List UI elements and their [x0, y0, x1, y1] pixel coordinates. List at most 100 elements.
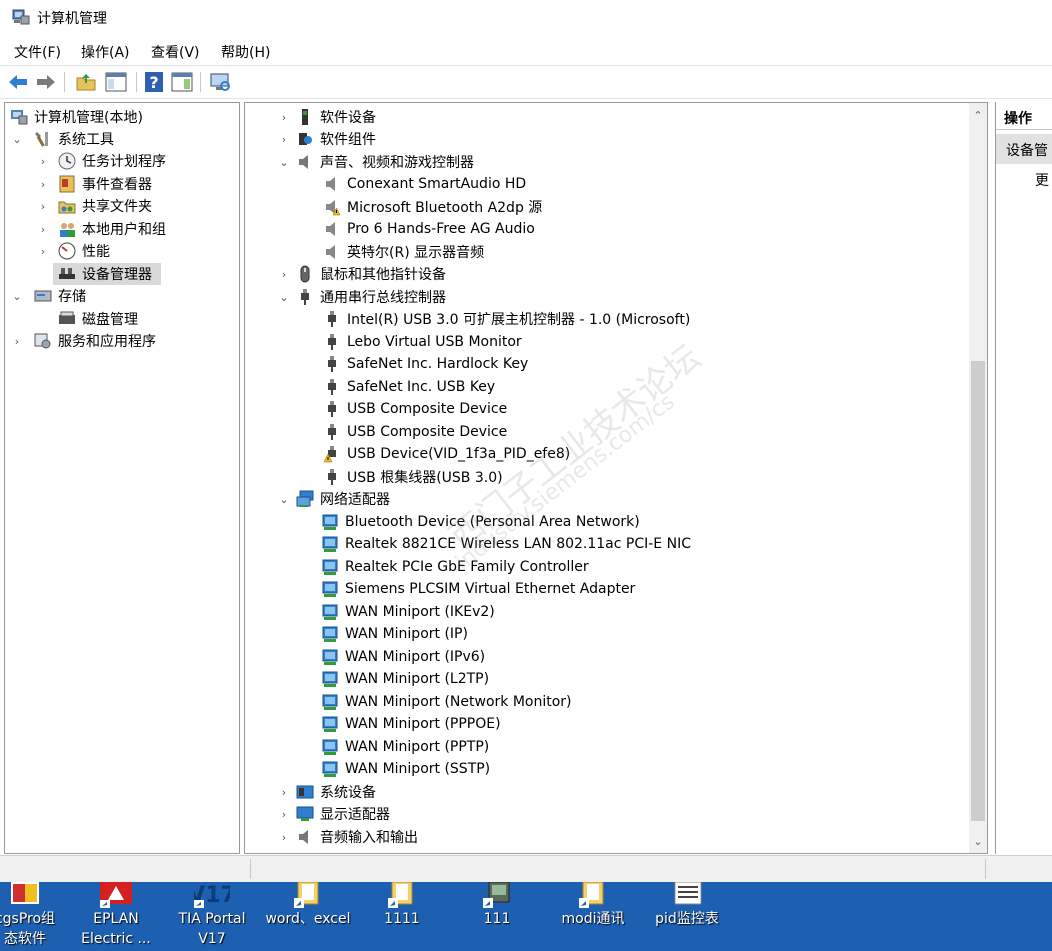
chevron-right-icon[interactable]: › — [278, 808, 290, 821]
help-icon[interactable]: ? — [142, 70, 166, 94]
device-category-label: 鼠标和其他指针设备 — [320, 267, 446, 283]
action-pane-header: 操作 — [996, 102, 1052, 130]
menu-help[interactable]: 帮助(H) — [221, 42, 270, 62]
device-item[interactable]: Lebo Virtual USB Monitor — [323, 331, 522, 353]
tree-item-system-tools[interactable]: ⌄ 系统工具 — [11, 128, 114, 150]
tree-item-disk-management[interactable]: 磁盘管理 — [53, 308, 138, 330]
forward-arrow-icon[interactable] — [34, 70, 58, 94]
device-category-label: 软件设备 — [320, 110, 376, 126]
device-item[interactable]: WAN Miniport (IPv6) — [321, 646, 485, 668]
scroll-up-icon[interactable]: ⌃ — [969, 107, 987, 125]
chevron-down-icon[interactable]: ⌄ — [11, 290, 23, 303]
device-category-network[interactable]: ⌄ 网络适配器 — [278, 488, 390, 510]
title-bar: 计算机管理 — [0, 0, 1052, 36]
desktop-icon-mcgs[interactable]: cgsPro组 态软件 — [0, 882, 70, 951]
back-arrow-icon[interactable] — [6, 70, 30, 94]
chevron-right-icon[interactable]: › — [37, 155, 49, 168]
event-viewer-icon — [59, 175, 75, 193]
device-item[interactable]: Siemens PLCSIM Virtual Ethernet Adapter — [321, 578, 635, 600]
speaker-icon — [326, 177, 335, 191]
device-category-usb[interactable]: ⌄ 通用串行总线控制器 — [278, 286, 446, 308]
chevron-down-icon[interactable]: ⌄ — [278, 156, 290, 169]
device-item[interactable]: USB Composite Device — [323, 421, 507, 443]
device-item[interactable]: Intel(R) USB 3.0 可扩展主机控制器 - 1.0 (Microso… — [323, 308, 690, 330]
tree-item-performance[interactable]: › 性能 — [37, 240, 110, 262]
device-category-software-components[interactable]: › 软件组件 — [278, 128, 376, 150]
device-item[interactable]: WAN Miniport (Network Monitor) — [321, 691, 572, 713]
device-category-audio-io[interactable]: › 音频输入和输出 — [278, 826, 418, 848]
desktop-icon-modi[interactable]: modi通讯 — [548, 881, 638, 951]
device-item[interactable]: USB Composite Device — [323, 398, 507, 420]
scan-hardware-icon[interactable] — [208, 70, 232, 94]
tree-item-task-scheduler[interactable]: › 任务计划程序 — [37, 150, 166, 172]
desktop-icon-label: 态软件 — [4, 931, 46, 947]
chevron-right-icon[interactable]: › — [278, 111, 290, 124]
desktop-icon-pid[interactable]: pid监控表 — [642, 881, 732, 951]
device-item[interactable]: 英特尔(R) 显示器音频 — [323, 241, 484, 263]
show-action-pane-icon[interactable] — [170, 70, 194, 94]
device-item[interactable]: WAN Miniport (L2TP) — [321, 668, 489, 690]
device-category-system-devices[interactable]: › 系统设备 — [278, 781, 376, 803]
chevron-down-icon[interactable]: ⌄ — [278, 291, 290, 304]
network-adapter-icon — [322, 716, 338, 732]
chevron-right-icon[interactable]: › — [37, 178, 49, 191]
tree-item-storage[interactable]: ⌄ 存储 — [11, 285, 86, 307]
device-item[interactable]: WAN Miniport (IKEv2) — [321, 601, 495, 623]
device-item[interactable]: WAN Miniport (PPTP) — [321, 736, 489, 758]
chevron-right-icon[interactable]: › — [278, 831, 290, 844]
desktop-icon-eplan[interactable]: EPLAN Electric ... — [71, 882, 161, 951]
device-category-mice[interactable]: › 鼠标和其他指针设备 — [278, 263, 446, 285]
show-hide-tree-icon[interactable] — [104, 70, 128, 94]
device-item[interactable]: Conexant SmartAudio HD — [323, 173, 526, 195]
tree-item-services-apps[interactable]: › 服务和应用程序 — [11, 330, 156, 352]
desktop-icon-tia-portal[interactable]: V17 TIA Portal V17 — [167, 882, 257, 951]
menu-file[interactable]: 文件(F) — [14, 42, 61, 62]
scrollbar-thumb[interactable] — [971, 361, 985, 821]
network-adapter-icon — [322, 649, 338, 665]
device-item[interactable]: WAN Miniport (IP) — [321, 623, 468, 645]
menu-view[interactable]: 查看(V) — [151, 42, 200, 62]
desktop-icon-word-excel[interactable]: word、excel — [263, 881, 353, 951]
up-folder-icon[interactable] — [74, 70, 98, 94]
device-item[interactable]: USB 根集线器(USB 3.0) — [323, 466, 503, 488]
device-item[interactable]: WAN Miniport (SSTP) — [321, 758, 490, 780]
device-item[interactable]: Realtek 8821CE Wireless LAN 802.11ac PCI… — [321, 533, 691, 555]
device-item-label: Lebo Virtual USB Monitor — [347, 334, 522, 350]
usb-plug-icon — [328, 334, 336, 350]
chevron-right-icon[interactable]: › — [37, 200, 49, 213]
device-item[interactable]: USB Device(VID_1f3a_PID_efe8) — [323, 443, 570, 465]
device-item[interactable]: Microsoft Bluetooth A2dp 源 — [323, 196, 542, 218]
device-item[interactable]: Bluetooth Device (Personal Area Network) — [321, 511, 640, 533]
desktop-icon-111[interactable]: 111 — [452, 881, 542, 951]
device-category-display-adapters[interactable]: › 显示适配器 — [278, 803, 390, 825]
chevron-right-icon[interactable]: › — [37, 245, 49, 258]
tree-item-computer-management[interactable]: 计算机管理(本地) — [9, 106, 143, 128]
device-category-sound[interactable]: ⌄ 声音、视频和游戏控制器 — [278, 151, 474, 173]
chevron-right-icon[interactable]: › — [278, 268, 290, 281]
chevron-down-icon[interactable]: ⌄ — [278, 493, 290, 506]
device-item[interactable]: SafeNet Inc. Hardlock Key — [323, 353, 528, 375]
tree-item-event-viewer[interactable]: › 事件查看器 — [37, 173, 152, 195]
tree-item-shared-folders[interactable]: › 共享文件夹 — [37, 195, 152, 217]
action-more-link[interactable]: 更 — [1035, 170, 1049, 190]
device-item[interactable]: SafeNet Inc. USB Key — [323, 376, 495, 398]
vertical-scrollbar[interactable]: ⌃ ⌄ — [969, 103, 987, 853]
device-item[interactable]: Pro 6 Hands-Free AG Audio — [323, 218, 535, 240]
scroll-down-icon[interactable]: ⌄ — [969, 833, 987, 851]
desktop-icon-label: EPLAN — [93, 911, 139, 927]
action-section-device-manager[interactable]: 设备管 — [996, 134, 1052, 164]
device-item-label: WAN Miniport (IP) — [345, 626, 468, 642]
desktop-icon-1111[interactable]: 1111 — [357, 881, 447, 951]
tree-item-local-users[interactable]: › 本地用户和组 — [37, 218, 166, 240]
chevron-right-icon[interactable]: › — [11, 335, 23, 348]
chevron-down-icon[interactable]: ⌄ — [11, 133, 23, 146]
device-item[interactable]: WAN Miniport (PPPOE) — [321, 713, 501, 735]
device-item[interactable]: Realtek PCIe GbE Family Controller — [321, 556, 589, 578]
chevron-right-icon[interactable]: › — [37, 223, 49, 236]
menu-action[interactable]: 操作(A) — [81, 42, 130, 62]
chevron-right-icon[interactable]: › — [278, 786, 290, 799]
chevron-right-icon[interactable]: › — [278, 133, 290, 146]
device-category-software-devices[interactable]: › 软件设备 — [278, 106, 376, 128]
tree-item-device-manager[interactable]: 设备管理器 — [53, 263, 161, 285]
device-list: › 软件设备 › 软件组件 ⌄ 声音、视频和游戏控制器 Conexant Sma… — [244, 102, 988, 854]
